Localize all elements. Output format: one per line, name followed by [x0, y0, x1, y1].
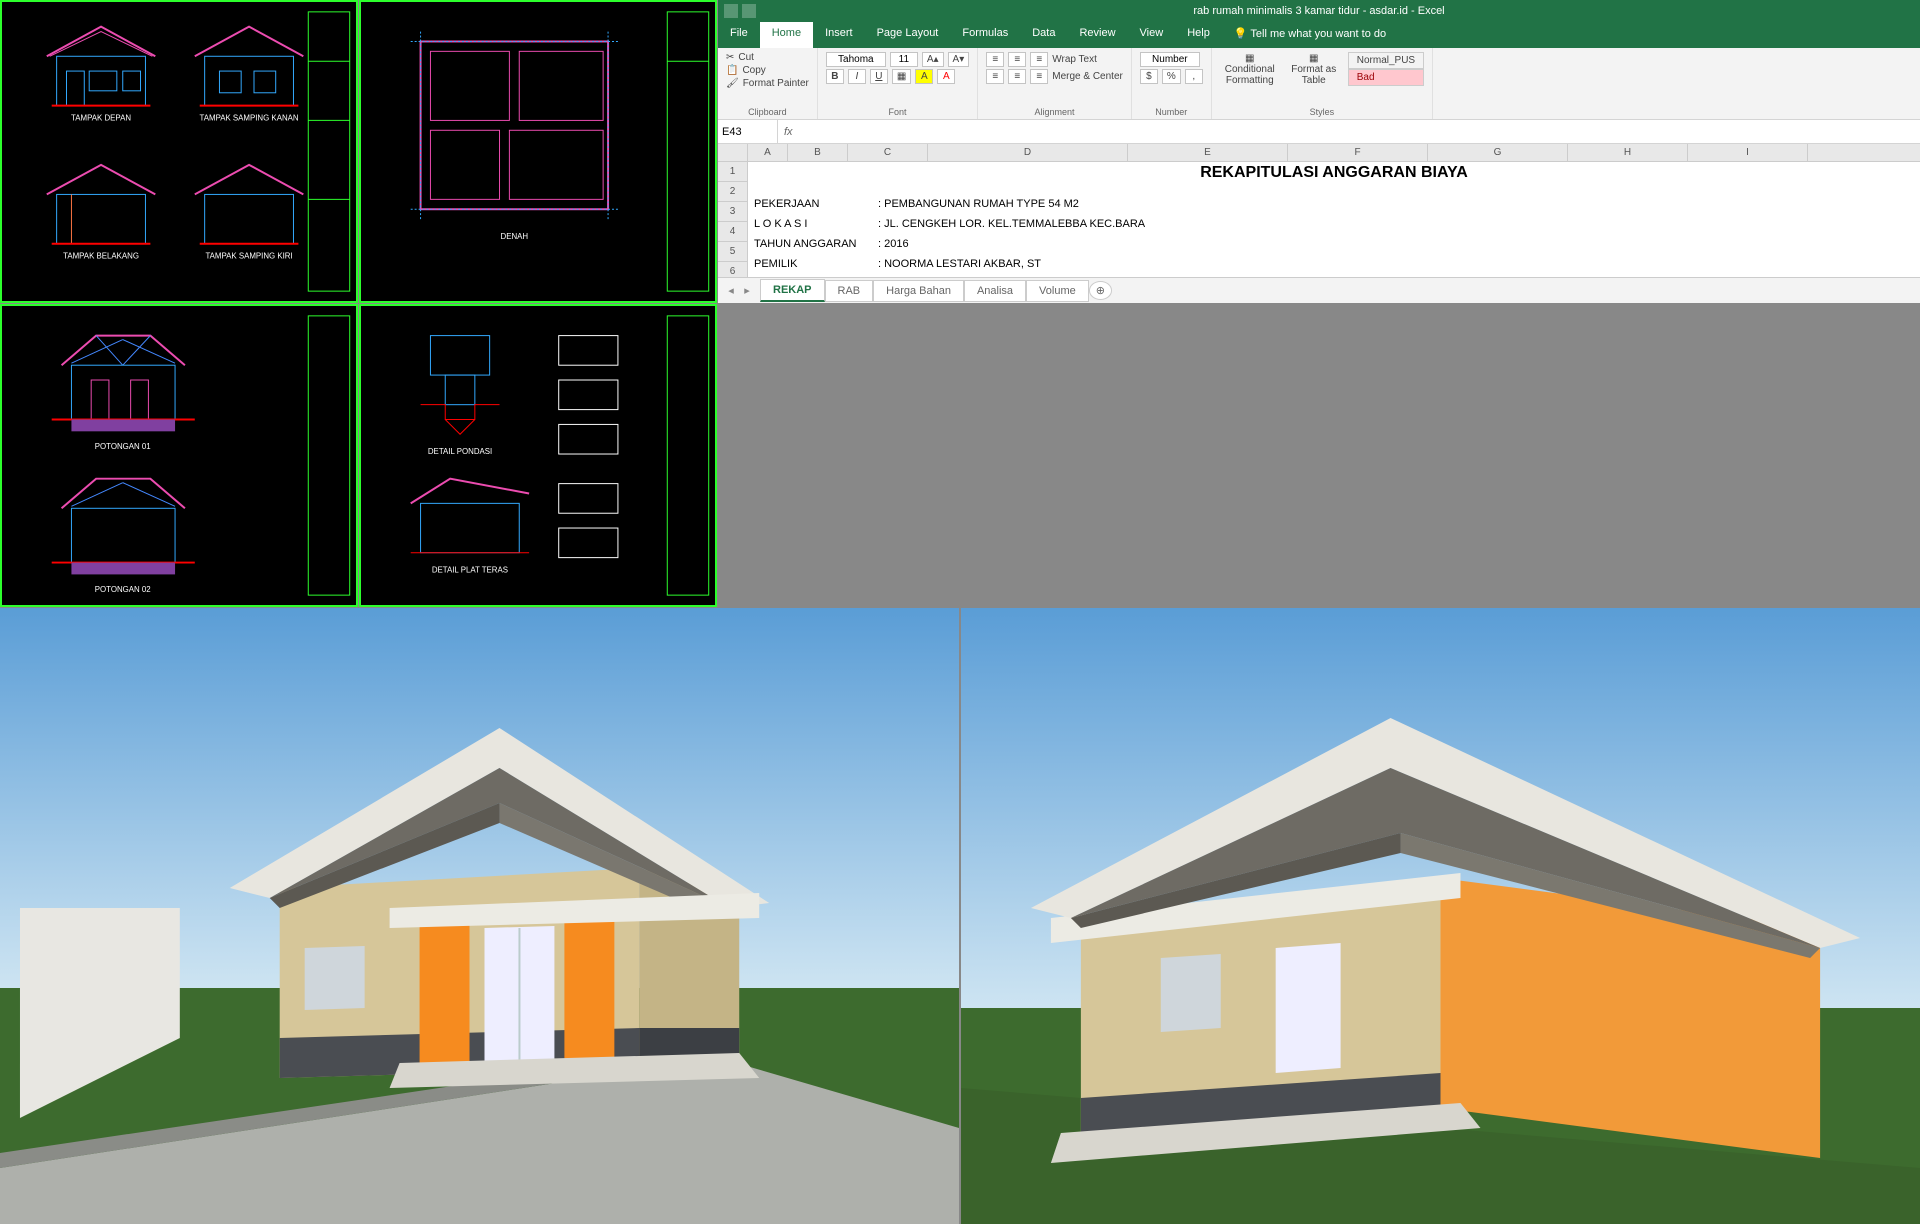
copy-icon[interactable]: 📋: [726, 65, 738, 76]
sheet-title: REKAPITULASI ANGGARAN BIAYA: [748, 162, 1920, 186]
border-button[interactable]: ▦: [892, 69, 911, 84]
ribbon-tabs[interactable]: File Home Insert Page Layout Formulas Da…: [718, 22, 1920, 48]
number-group: $ % , Number: [1132, 48, 1212, 119]
excel-titlebar: rab rumah minimalis 3 kamar tidur - asda…: [718, 0, 1920, 22]
add-sheet-button[interactable]: ⊕: [1089, 281, 1112, 300]
sheet-nav-prev-icon[interactable]: ▸: [740, 284, 754, 297]
view-label: POTONGAN 02: [95, 585, 151, 594]
view-label: DETAIL PONDASI: [428, 447, 492, 456]
sheet-tab-harga[interactable]: Harga Bahan: [873, 280, 964, 302]
font-color-button[interactable]: A: [937, 69, 955, 84]
tab-help[interactable]: Help: [1175, 22, 1222, 48]
name-box[interactable]: E43: [718, 120, 778, 143]
style-bad[interactable]: Bad: [1348, 69, 1424, 86]
view-label: TAMPAK DEPAN: [71, 113, 131, 122]
sheet-tab-analisa[interactable]: Analisa: [964, 280, 1026, 302]
formula-bar: E43 fx: [718, 120, 1920, 144]
format-as-table-button[interactable]: ▦Format as Table: [1284, 53, 1344, 86]
percent-icon[interactable]: %: [1162, 69, 1181, 84]
tell-me[interactable]: 💡 Tell me what you want to do: [1222, 22, 1398, 48]
autosave-icon[interactable]: [724, 4, 738, 18]
styles-group: ▦Conditional Formatting ▦Format as Table…: [1212, 48, 1433, 119]
view-label: TAMPAK BELAKANG: [63, 252, 139, 261]
window-title: rab rumah minimalis 3 kamar tidur - asda…: [1193, 5, 1444, 17]
currency-icon[interactable]: $: [1140, 69, 1158, 84]
cad-elevations-panel: TAMPAK DEPAN TAMPAK SAMPING KANAN TAMPAK…: [0, 0, 358, 303]
align-center-icon[interactable]: ≡: [1008, 69, 1026, 84]
fx-icon[interactable]: fx: [778, 126, 799, 138]
row-headers[interactable]: 1234567891011121314151617181920212223242…: [718, 162, 748, 277]
column-headers[interactable]: A B C D E F G H I: [718, 144, 1920, 162]
tab-review[interactable]: Review: [1067, 22, 1127, 48]
cad-sections-panel: POTONGAN 01 POTONGAN 02: [0, 304, 358, 607]
align-bottom-icon[interactable]: ≡: [1030, 52, 1048, 67]
3d-render-front: [0, 608, 959, 1224]
clipboard-group: ✂ Cut 📋 Copy 🖌 Format Painter Clipboard: [718, 48, 818, 119]
view-label: TAMPAK SAMPING KANAN: [200, 113, 299, 122]
view-label: DENAH: [501, 232, 529, 241]
sheet-nav-first-icon[interactable]: ◂: [724, 284, 738, 297]
sheet-tab-rekap[interactable]: REKAP: [760, 279, 825, 302]
italic-button[interactable]: I: [848, 69, 866, 84]
view-label: POTONGAN 01: [95, 442, 151, 451]
spreadsheet-grid[interactable]: A B C D E F G H I 1234567891011121314151…: [718, 144, 1920, 277]
cad-details-panel: DETAIL PONDASI DETAIL PLAT TERAS: [359, 304, 717, 607]
info-row: PEKERJAAN: PEMBANGUNAN RUMAH TYPE 54 M2: [748, 198, 1920, 218]
excel-window: rab rumah minimalis 3 kamar tidur - asda…: [718, 0, 1920, 303]
underline-button[interactable]: U: [870, 69, 888, 84]
3d-render-side: [961, 608, 1920, 1224]
increase-font-icon[interactable]: A▴: [922, 52, 944, 67]
tab-view[interactable]: View: [1128, 22, 1176, 48]
tab-data[interactable]: Data: [1020, 22, 1067, 48]
ribbon: ✂ Cut 📋 Copy 🖌 Format Painter Clipboard …: [718, 48, 1920, 120]
sheet-tab-rab[interactable]: RAB: [825, 280, 874, 302]
tab-file[interactable]: File: [718, 22, 760, 48]
style-normal[interactable]: Normal_PUS: [1348, 52, 1424, 69]
comma-icon[interactable]: ,: [1185, 69, 1203, 84]
sheet-tab-volume[interactable]: Volume: [1026, 280, 1089, 302]
save-icon[interactable]: [742, 4, 756, 18]
fill-color-button[interactable]: A: [915, 69, 933, 84]
tab-formulas[interactable]: Formulas: [950, 22, 1020, 48]
conditional-formatting-button[interactable]: ▦Conditional Formatting: [1220, 53, 1280, 86]
cad-floorplan-panel: DENAH: [359, 0, 717, 303]
view-label: TAMPAK SAMPING KIRI: [205, 252, 292, 261]
bold-button[interactable]: B: [826, 69, 844, 84]
number-format-select[interactable]: [1140, 52, 1200, 67]
tab-home[interactable]: Home: [760, 22, 813, 48]
format-painter-icon[interactable]: 🖌: [726, 78, 739, 89]
align-left-icon[interactable]: ≡: [986, 69, 1004, 84]
font-name-select[interactable]: [826, 52, 886, 67]
tab-page-layout[interactable]: Page Layout: [865, 22, 951, 48]
sheet-tabs-bar: ◂ ▸ REKAP RAB Harga Bahan Analisa Volume…: [718, 277, 1920, 303]
align-middle-icon[interactable]: ≡: [1008, 52, 1026, 67]
view-label: DETAIL PLAT TERAS: [432, 565, 508, 574]
wrap-text-button[interactable]: Wrap Text: [1052, 54, 1097, 65]
formula-input[interactable]: [799, 120, 1920, 143]
alignment-group: ≡ ≡ ≡ Wrap Text ≡ ≡ ≡ Merge & Center Ali…: [978, 48, 1132, 119]
font-group: A▴ A▾ B I U ▦ A A Font: [818, 48, 978, 119]
info-row: PEMILIK: NOORMA LESTARI AKBAR, ST: [748, 258, 1920, 277]
tab-insert[interactable]: Insert: [813, 22, 865, 48]
decrease-font-icon[interactable]: A▾: [948, 52, 970, 67]
cut-icon[interactable]: ✂: [726, 52, 734, 63]
sheet-content[interactable]: Page 1 REKAPITULASI ANGGARAN BIAYA PEKER…: [748, 162, 1920, 277]
info-row: L O K A S I: JL. CENGKEH LOR. KEL.TEMMAL…: [748, 218, 1920, 238]
font-size-select[interactable]: [890, 52, 918, 67]
align-right-icon[interactable]: ≡: [1030, 69, 1048, 84]
info-row: TAHUN ANGGARAN: 2016: [748, 238, 1920, 258]
merge-center-button[interactable]: Merge & Center: [1052, 71, 1123, 82]
align-top-icon[interactable]: ≡: [986, 52, 1004, 67]
